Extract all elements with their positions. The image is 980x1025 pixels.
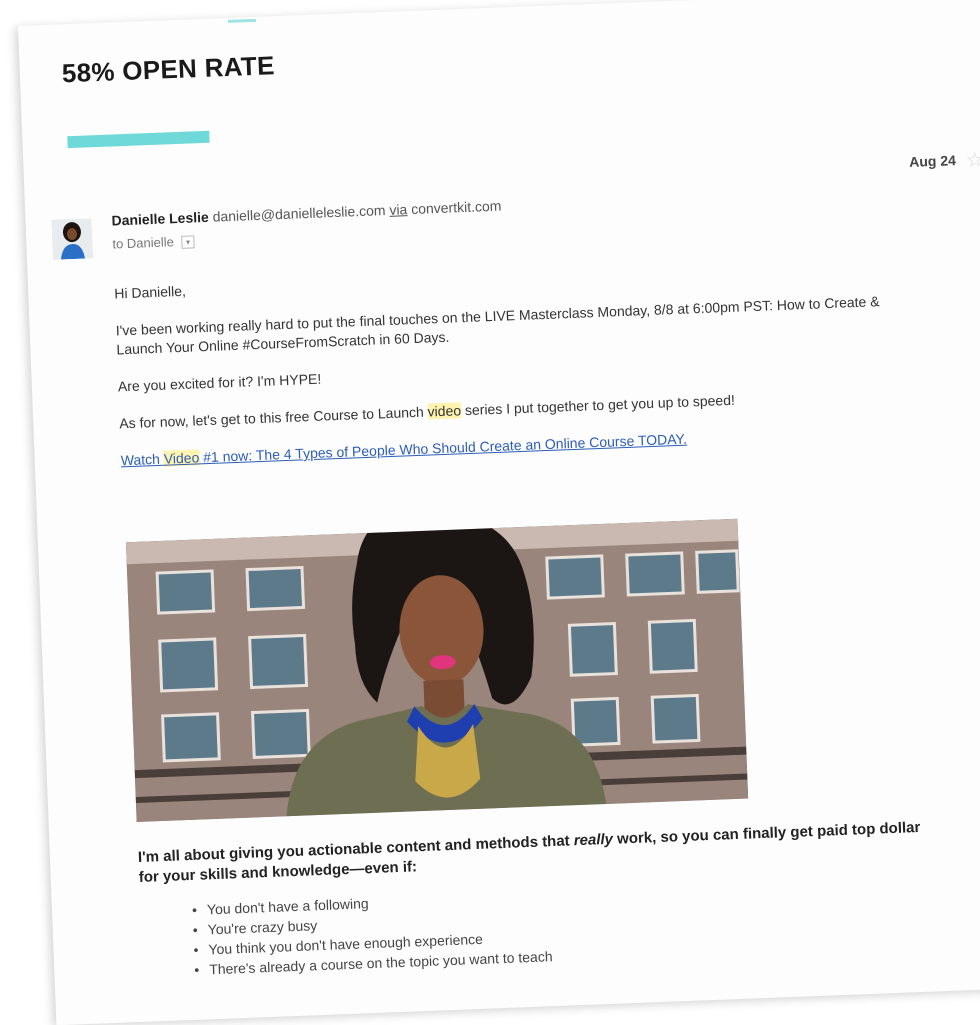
avatar-image <box>51 218 93 260</box>
sender-email: danielle@danielleleslie.com <box>212 202 386 225</box>
link-text-end[interactable]: #1 now: The 4 Types of People Who Should… <box>199 431 687 466</box>
email-date: Aug 24 <box>908 152 957 170</box>
via-link[interactable]: via <box>389 201 408 218</box>
video-thumbnail[interactable] <box>125 518 749 823</box>
recipient-label: to Danielle <box>112 234 175 252</box>
email-body: Hi Danielle, I've been working really ha… <box>114 255 901 489</box>
recipient-line: to Danielle ▾ <box>112 233 195 252</box>
series-text-start: As for now, let's get to this free Cours… <box>119 403 428 432</box>
sender-name[interactable]: Danielle Leslie <box>111 209 209 229</box>
closing-paragraph: I'm all about giving you actionable cont… <box>138 818 929 888</box>
page-title: 58% OPEN RATE <box>61 50 276 89</box>
chevron-down-icon[interactable]: ▾ <box>181 235 195 249</box>
bullet-list: You don't have a following You're crazy … <box>192 886 553 980</box>
via-domain: convertkit.com <box>410 197 502 218</box>
series-text-end: series I put together to get you up to s… <box>460 391 736 419</box>
closing-text-emphasis: really <box>573 830 614 850</box>
link-text-highlight[interactable]: Video <box>163 449 200 467</box>
video-thumbnail-image <box>125 518 749 823</box>
top-accent-line <box>227 18 257 23</box>
sender-line: Danielle Leslie danielle@danielleleslie.… <box>111 198 501 229</box>
star-icon[interactable]: ☆ <box>965 147 980 173</box>
paragraph-masterclass: I've been working really hard to put the… <box>115 293 880 358</box>
series-text-highlight: video <box>427 402 462 420</box>
link-text-start[interactable]: Watch <box>120 451 164 468</box>
email-card: 58% OPEN RATE Aug 24 ☆ Danielle Leslie d… <box>18 0 980 1025</box>
avatar[interactable] <box>51 218 93 260</box>
accent-divider <box>67 130 210 149</box>
